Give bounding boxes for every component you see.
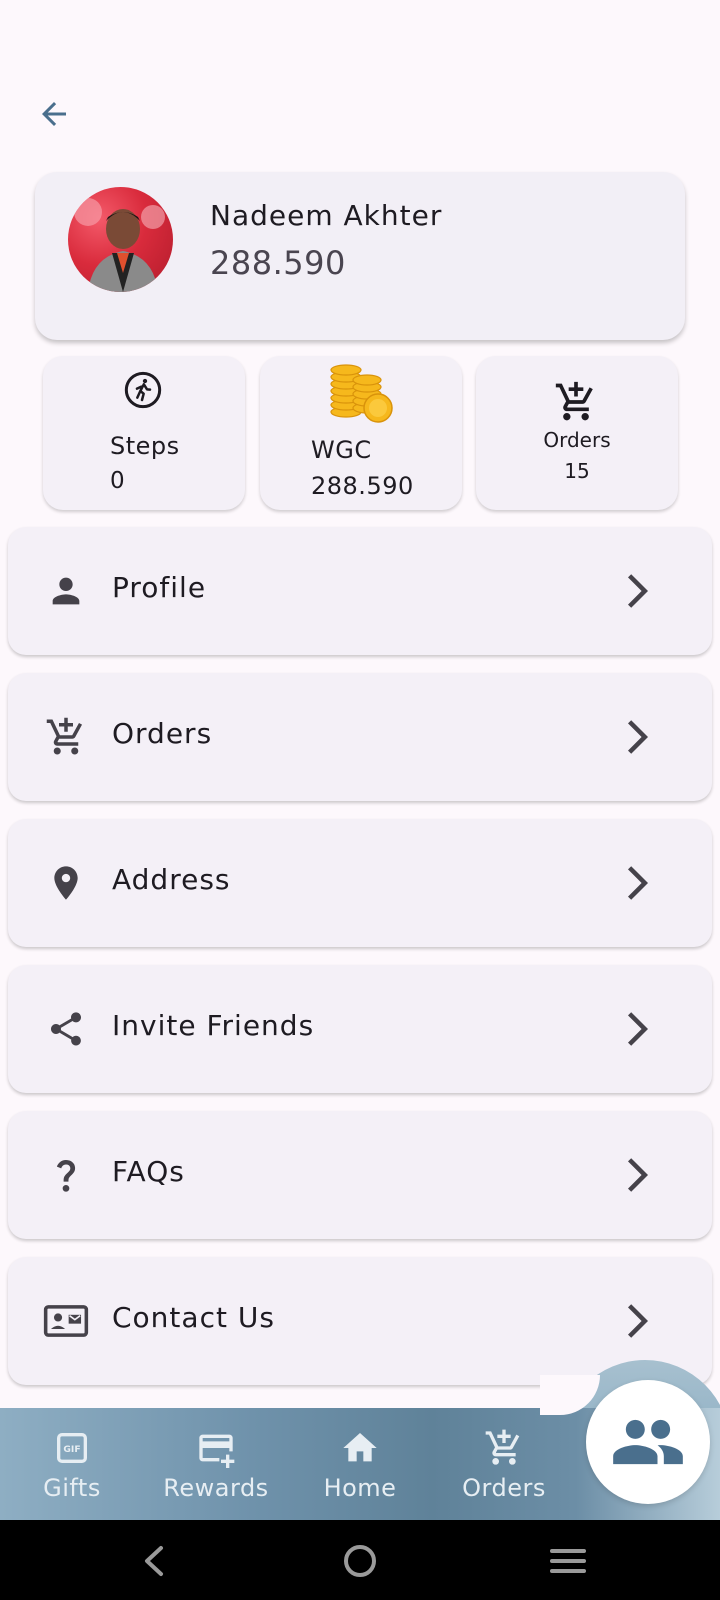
orders-value: 15 xyxy=(564,459,590,483)
cart-add-icon xyxy=(485,1429,520,1465)
chevron-right-icon xyxy=(628,1012,648,1046)
stat-card-wgc[interactable]: WGC 288.590 xyxy=(260,356,462,510)
nav-item-gifts[interactable]: GIF Gifts xyxy=(2,1420,142,1510)
nav-label-rewards: Rewards xyxy=(163,1474,269,1502)
chevron-right-icon xyxy=(628,866,648,900)
avatar xyxy=(68,187,173,292)
menu-item-address[interactable]: Address xyxy=(8,819,712,947)
nav-item-home[interactable]: Home xyxy=(290,1420,430,1510)
user-balance: 288.590 xyxy=(210,244,346,282)
profile-card[interactable]: Nadeem Akhter 288.590 xyxy=(35,172,685,340)
nav-label-orders: Orders xyxy=(462,1474,546,1502)
stat-card-orders[interactable]: Orders 15 xyxy=(476,356,678,510)
nav-item-account-active[interactable] xyxy=(586,1380,710,1504)
chevron-right-icon xyxy=(628,1304,648,1338)
menu-item-profile[interactable]: Profile xyxy=(8,527,712,655)
home-icon xyxy=(343,1433,377,1462)
question-icon xyxy=(42,1151,90,1199)
share-icon xyxy=(42,1005,90,1053)
gold-coins-icon xyxy=(330,364,393,423)
system-home-button[interactable] xyxy=(330,1540,390,1582)
steps-value: 0 xyxy=(110,468,125,494)
card-add-icon xyxy=(199,1434,235,1468)
stat-card-steps[interactable]: Steps 0 xyxy=(43,356,245,510)
orders-label: Orders xyxy=(543,428,611,452)
chevron-right-icon xyxy=(628,720,648,754)
menu-item-faqs[interactable]: FAQs xyxy=(8,1111,712,1239)
nav-label-home: Home xyxy=(323,1474,397,1502)
location-pin-icon xyxy=(42,859,90,907)
account-screen: Nadeem Akhter 288.590 Steps 0 WGC 288.59… xyxy=(0,0,720,1600)
menu-label-faqs: FAQs xyxy=(112,1155,185,1188)
user-name: Nadeem Akhter xyxy=(210,199,443,232)
system-back-button[interactable] xyxy=(124,1540,184,1582)
steps-label: Steps xyxy=(110,432,180,460)
wgc-label: WGC xyxy=(311,436,372,464)
gif-icon: GIF xyxy=(57,1433,87,1463)
walking-person-icon xyxy=(124,371,162,409)
menu-item-invite-friends[interactable]: Invite Friends xyxy=(8,965,712,1093)
home-circle-icon xyxy=(344,1545,376,1577)
chevron-right-icon xyxy=(628,1158,648,1192)
status-bar xyxy=(0,0,720,60)
nav-item-orders[interactable]: Orders xyxy=(434,1420,574,1510)
wgc-value: 288.590 xyxy=(311,472,414,500)
system-recents-button[interactable] xyxy=(538,1540,598,1582)
chevron-right-icon xyxy=(628,574,648,608)
menu-label-address: Address xyxy=(112,863,231,896)
menu-label-contact-us: Contact Us xyxy=(112,1301,275,1334)
menu-lines-icon xyxy=(550,1549,586,1573)
cart-add-icon xyxy=(555,381,593,421)
arrow-back-icon xyxy=(42,102,66,126)
menu-label-profile: Profile xyxy=(112,571,207,604)
back-button[interactable] xyxy=(26,86,82,142)
svg-text:GIF: GIF xyxy=(63,1444,80,1455)
back-triangle-icon xyxy=(145,1546,163,1576)
cart-add-icon xyxy=(42,713,90,761)
menu-item-contact-us[interactable]: Contact Us xyxy=(8,1257,712,1385)
nav-item-rewards[interactable]: Rewards xyxy=(146,1420,286,1510)
contact-card-icon xyxy=(42,1297,90,1345)
nav-label-gifts: Gifts xyxy=(43,1474,101,1502)
menu-item-orders[interactable]: Orders xyxy=(8,673,712,801)
menu-label-invite-friends: Invite Friends xyxy=(112,1009,315,1042)
group-icon xyxy=(613,1419,683,1465)
menu-label-orders: Orders xyxy=(112,717,213,750)
person-icon xyxy=(42,567,90,615)
